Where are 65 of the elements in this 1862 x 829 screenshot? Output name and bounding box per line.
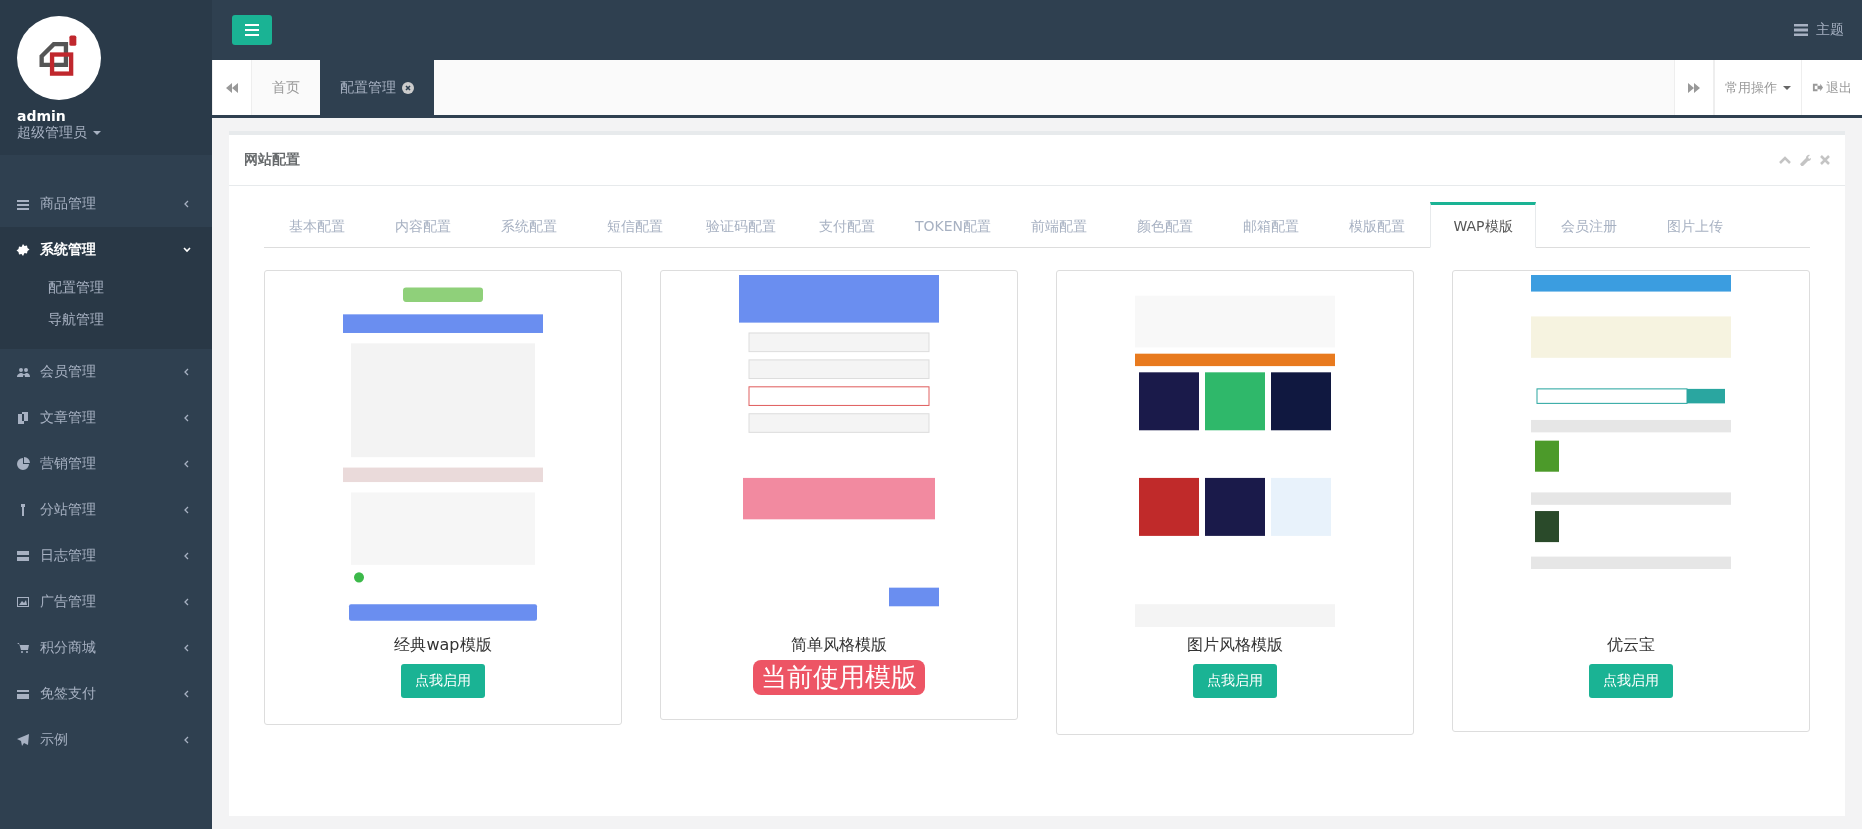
nav-subitem[interactable]: 导航管理 [0,305,212,337]
enable-button[interactable]: 点我启用 [401,664,485,698]
scroll-right-button[interactable] [1674,60,1714,115]
logout-button[interactable]: 退出 [1801,60,1862,115]
page-tab[interactable]: 配置管理 [320,60,434,115]
nav-item[interactable]: 商品管理 [0,181,212,227]
double-right-icon [1688,82,1700,93]
nav-item[interactable]: 系统管理 [0,227,212,273]
page-tab[interactable]: 首页 [252,60,320,115]
wrench-icon[interactable] [1799,154,1811,166]
panel-title: 网站配置 [244,151,300,169]
config-tab[interactable]: 前端配置 [1006,202,1112,248]
menu-button[interactable] [232,15,272,45]
nav-item[interactable]: 免签支付 [0,671,212,717]
close-icon[interactable] [402,81,414,94]
menu-icon [245,24,259,36]
template-name: 优云宝 [1607,635,1655,656]
theme-link[interactable]: 主题 [1794,21,1844,39]
template-name: 图片风格模版 [1187,635,1283,656]
double-left-icon [226,82,238,93]
nav-subitem[interactable]: 配置管理 [0,273,212,305]
nav-item[interactable]: 营销管理 [0,441,212,487]
enable-button[interactable]: 点我启用 [1193,664,1277,698]
collapse-icon[interactable] [1779,154,1791,166]
chevron-down-icon [182,245,192,255]
nav-item[interactable]: 广告管理 [0,579,212,625]
sign-out-icon [1812,82,1823,93]
config-tab[interactable]: 模版配置 [1324,202,1430,248]
nav-item[interactable]: 日志管理 [0,533,212,579]
menu-icon [16,197,30,211]
actions-dropdown[interactable]: 常用操作 [1714,60,1801,115]
user-role-dropdown[interactable]: 超级管理员 [17,124,101,142]
template-name: 简单风格模版 [791,635,887,656]
config-tab[interactable]: 邮箱配置 [1218,202,1324,248]
user-name: admin [17,108,67,124]
pie-chart-icon [16,457,30,471]
template-name: 经典wap模版 [394,635,492,656]
config-tab[interactable]: 图片上传 [1642,202,1748,248]
config-tab[interactable]: 验证码配置 [688,202,794,248]
nav-item[interactable]: 文章管理 [0,395,212,441]
credit-card-icon [16,687,30,701]
paper-plane-icon [16,733,30,747]
copy-icon [16,411,30,425]
nav-item[interactable]: 示例 [0,717,212,763]
config-tab[interactable]: 支付配置 [794,202,900,248]
config-tab[interactable]: 内容配置 [370,202,476,248]
current-template-label: 当前使用模版 [753,660,925,695]
config-tab[interactable]: 颜色配置 [1112,202,1218,248]
config-tab[interactable]: 短信配置 [582,202,688,248]
server-icon [1794,24,1808,36]
scroll-left-button[interactable] [212,60,252,115]
config-tab[interactable]: 基本配置 [264,202,370,248]
cart-icon [16,641,30,655]
config-tab[interactable]: 会员注册 [1536,202,1642,248]
config-tab[interactable]: TOKEN配置 [900,202,1006,248]
server-icon [16,549,30,563]
nav-item[interactable]: 积分商城 [0,625,212,671]
nav-item[interactable]: 分站管理 [0,487,212,533]
config-tab[interactable]: 系统配置 [476,202,582,248]
nav-item[interactable]: 会员管理 [0,349,212,395]
settings-icon [16,243,30,257]
enable-button[interactable]: 点我启用 [1589,664,1673,698]
image-icon [16,595,30,609]
users-icon [16,365,30,379]
config-tab[interactable]: WAP模版 [1430,202,1536,248]
